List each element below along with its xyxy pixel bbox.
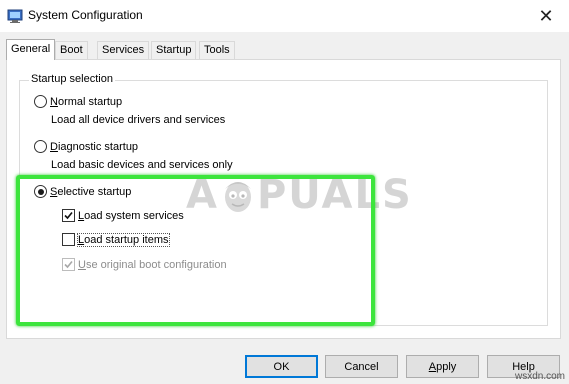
load-startup-items-option[interactable]: Load startup items xyxy=(62,232,170,247)
tab-startup-label: Startup xyxy=(156,44,192,56)
site-watermark: wsxdn.com xyxy=(514,371,565,382)
selective-startup-radio-button[interactable] xyxy=(34,185,47,198)
diagnostic-startup-description: Load basic devices and services only xyxy=(51,159,233,171)
load-system-services-checkbox[interactable] xyxy=(62,209,75,222)
tab-tools-label: Tools xyxy=(204,44,230,56)
startup-selection-legend: Startup selection xyxy=(29,73,115,85)
tab-boot[interactable]: Boot xyxy=(55,41,88,59)
tab-strip: General Boot Services Startup Tools xyxy=(6,39,566,60)
tab-general-label: General xyxy=(11,43,51,55)
tab-services-label: Services xyxy=(102,44,145,56)
use-original-boot-option[interactable]: Use original boot configuration xyxy=(62,258,227,271)
tab-tools[interactable]: Tools xyxy=(199,41,235,59)
checkmark-icon xyxy=(64,211,73,220)
use-original-boot-label: Use original boot configuration xyxy=(78,258,227,271)
tab-services[interactable]: Services xyxy=(97,41,150,59)
normal-startup-radio[interactable]: Normal startup xyxy=(34,95,122,108)
tab-startup[interactable]: Startup xyxy=(151,41,197,59)
window-title: System Configuration xyxy=(28,8,143,22)
load-system-services-label: Load system services xyxy=(78,209,184,222)
title-bar: System Configuration ✕ xyxy=(0,0,569,32)
diagnostic-startup-radio[interactable]: Diagnostic startup xyxy=(34,140,138,153)
system-configuration-icon xyxy=(7,9,23,23)
startup-selection-group: Startup selection Normal startup Load al… xyxy=(19,73,548,326)
selective-startup-label: Selective startup xyxy=(50,185,132,198)
ok-button[interactable]: OK xyxy=(245,355,318,378)
load-system-services-option[interactable]: Load system services xyxy=(62,209,184,222)
close-button[interactable]: ✕ xyxy=(523,0,569,32)
apply-button[interactable]: Apply xyxy=(406,355,479,378)
load-startup-items-checkbox[interactable] xyxy=(62,233,75,246)
normal-startup-description: Load all device drivers and services xyxy=(51,114,226,126)
cancel-button[interactable]: Cancel xyxy=(325,355,398,378)
use-original-boot-checkbox[interactable] xyxy=(62,258,75,271)
tab-general[interactable]: General xyxy=(6,39,56,60)
dialog-footer: OK Cancel Apply Help wsxdn.com xyxy=(0,339,569,384)
checkmark-icon xyxy=(64,260,73,269)
diagnostic-startup-radio-button[interactable] xyxy=(34,140,47,153)
close-icon: ✕ xyxy=(538,5,554,26)
normal-startup-label: Normal startup xyxy=(50,95,123,108)
general-tab-panel: Startup selection Normal startup Load al… xyxy=(6,59,561,339)
diagnostic-startup-label: Diagnostic startup xyxy=(50,140,139,153)
tab-boot-label: Boot xyxy=(60,44,83,56)
load-startup-items-label: Load startup items xyxy=(77,232,170,247)
selective-startup-radio[interactable]: Selective startup xyxy=(34,185,131,198)
normal-startup-radio-button[interactable] xyxy=(34,95,47,108)
